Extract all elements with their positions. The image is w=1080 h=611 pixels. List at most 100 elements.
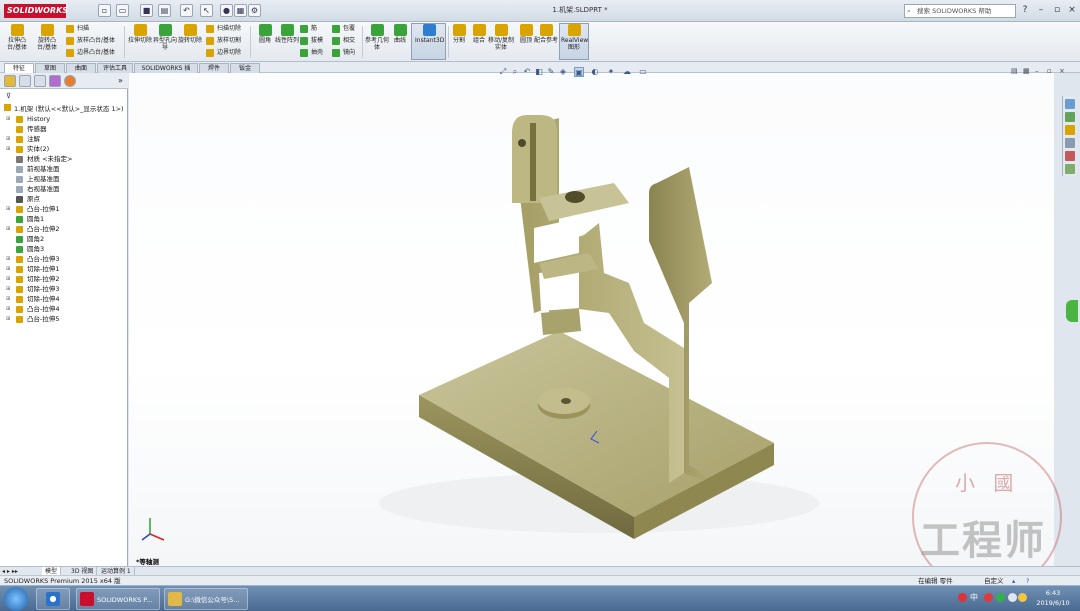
options-icon[interactable]: ⚙ [248, 4, 261, 17]
file-properties-icon[interactable]: ▦ [234, 4, 247, 17]
intersect-button[interactable]: 相交 [332, 35, 355, 46]
tree-node[interactable]: ⊞ 凸台-拉伸4 [0, 304, 127, 314]
sweep-button[interactable]: 扫描 [66, 23, 89, 34]
custom-properties-icon[interactable] [1065, 164, 1075, 174]
ime-indicator[interactable]: 中 [970, 592, 978, 603]
tree-node[interactable]: 圆角2 [0, 234, 127, 244]
tree-node[interactable]: ⊞ 切除-拉伸3 [0, 284, 127, 294]
expand-toggle-icon[interactable]: ⊞ [6, 257, 10, 262]
taskbar-explorer-button[interactable]: G:\微信公众号\5... [164, 588, 248, 610]
lofted-cut-button[interactable]: 放样切割 [206, 35, 241, 46]
tree-node[interactable]: ⊞ 切除-拉伸4 [0, 294, 127, 304]
configuration-manager-tab-icon[interactable] [34, 75, 46, 87]
funnel-icon[interactable]: ⊽ [6, 92, 11, 100]
taskbar-solidworks-button[interactable]: SOLIDWORKS P... [76, 588, 160, 610]
dimxpert-tab-icon[interactable] [49, 75, 61, 87]
tab-features[interactable]: 特征 [4, 63, 34, 73]
tab-surfaces[interactable]: 曲面 [66, 63, 96, 73]
curves-button[interactable]: 曲线 [387, 24, 413, 60]
tab-sheet-metal[interactable]: 钣金(H) [230, 63, 260, 82]
view-palette-icon[interactable] [1065, 138, 1075, 148]
boundary-boss-button[interactable]: 边界凸台/基体 [66, 47, 115, 58]
revolved-boss-button[interactable]: 旋转凸台/基体 [34, 24, 60, 60]
previous-view-icon[interactable]: ↶ [522, 67, 532, 77]
appearances-icon[interactable] [1065, 151, 1075, 161]
display-manager-tab-icon[interactable] [64, 75, 76, 87]
linear-pattern-button[interactable]: 线性阵列 [274, 24, 300, 60]
print-icon[interactable]: ▤ [158, 4, 171, 17]
extruded-boss-button[interactable]: 拉伸凸台/基体 [4, 24, 30, 60]
tree-node[interactable]: 传感器 [0, 124, 127, 134]
expand-toggle-icon[interactable]: ⊞ [6, 307, 10, 312]
tree-node[interactable]: ⊞ 切除-拉伸1 [0, 264, 127, 274]
save-icon[interactable]: ■ [140, 4, 153, 17]
tree-node[interactable]: 圆角1 [0, 214, 127, 224]
tray-notify-icon[interactable] [1018, 593, 1027, 602]
revolved-cut-button[interactable]: 旋转切除 [177, 24, 203, 60]
tree-node[interactable]: ⊞ 实体(2) [0, 144, 127, 154]
viewport-restore-icon[interactable]: ▫ [1047, 67, 1052, 75]
open-folder-icon[interactable]: ▭ [116, 4, 129, 17]
tab-evaluate[interactable]: 评估工具 [97, 63, 133, 73]
tray-volume-icon[interactable] [1008, 593, 1017, 602]
design-library-icon[interactable] [1065, 112, 1075, 122]
minimize-button[interactable]: – [1034, 4, 1048, 17]
swept-cut-button[interactable]: 扫描切除 [206, 23, 241, 34]
expand-toggle-icon[interactable]: ⊞ [6, 287, 10, 292]
tree-node[interactable]: 前视基准面 [0, 164, 127, 174]
expand-toggle-icon[interactable]: ⊞ [6, 267, 10, 272]
expand-toggle-icon[interactable]: ⊞ [6, 277, 10, 282]
select-icon[interactable]: ↖ [200, 4, 213, 17]
tray-network-icon[interactable] [996, 593, 1005, 602]
maximize-button[interactable]: ▫ [1050, 4, 1064, 17]
tree-node[interactable]: 原点 [0, 194, 127, 204]
tree-node[interactable]: 圆角3 [0, 244, 127, 254]
close-button[interactable]: × [1065, 4, 1079, 17]
tab-sketch[interactable]: 草图 [35, 63, 65, 73]
tree-node[interactable]: 上视基准面 [0, 174, 127, 184]
tray-security-icon[interactable] [984, 593, 993, 602]
property-manager-tab-icon[interactable] [19, 75, 31, 87]
expand-toggle-icon[interactable]: ⊞ [6, 317, 10, 322]
view-settings-icon[interactable]: ▭ [638, 67, 648, 77]
tree-root-part[interactable]: 1.机架 (默认<<默认>_显示状态 1>) [4, 103, 124, 113]
tree-node[interactable]: ⊞ 凸台-拉伸1 [0, 204, 127, 214]
new-document-icon[interactable]: ▫ [98, 4, 111, 17]
display-style-icon[interactable]: ▣ [574, 67, 584, 77]
draft-button[interactable]: 拔模 [300, 35, 323, 46]
help-search-input[interactable]: ⌕ 搜索 SOLIDWORKS 帮助 [904, 4, 1016, 18]
taskbar-clock[interactable]: 6:43 2019/6/10 [1030, 588, 1076, 608]
side-expand-tab[interactable] [1066, 300, 1078, 322]
realview-button[interactable]: RealView 图形 [561, 24, 588, 60]
instant3d-button[interactable]: Instant3D [415, 24, 444, 60]
shell-button[interactable]: 抽壳 [300, 47, 323, 58]
rebuild-icon[interactable]: ● [220, 4, 233, 17]
mirror-button[interactable]: 镜向 [332, 47, 355, 58]
expand-toggle-icon[interactable]: ⊞ [6, 297, 10, 302]
undo-icon[interactable]: ↶ [180, 4, 193, 17]
split-view-icon[interactable]: ▤ [1011, 67, 1018, 75]
tab-addins[interactable]: SOLIDWORKS 插件 [134, 63, 198, 82]
taskbar-chrome-button[interactable] [36, 588, 70, 610]
tree-node[interactable]: ⊞ 凸台-拉伸5 [0, 314, 127, 324]
tree-node[interactable]: ⊞ 注解 [0, 134, 127, 144]
rib-button[interactable]: 筋 [300, 23, 317, 34]
tree-node[interactable]: ⊞ History [0, 114, 127, 124]
expand-toggle-icon[interactable]: ⊞ [6, 147, 10, 152]
view-orientation-icon[interactable]: ◈ [558, 67, 568, 77]
viewport-minimize-icon[interactable]: – [1035, 67, 1039, 75]
expand-panel-icon[interactable]: » [118, 76, 123, 85]
tree-node[interactable]: 材质 <未指定> [0, 154, 127, 164]
tree-node[interactable]: ⊞ 凸台-拉伸2 [0, 224, 127, 234]
dynamic-annotation-icon[interactable]: ✎ [546, 67, 556, 77]
tab-scroll-arrows-icon[interactable]: ◂ ▸ ▸▸ [2, 568, 32, 575]
start-button[interactable] [4, 587, 28, 611]
boundary-cut-button[interactable]: 边界切除 [206, 47, 241, 58]
loft-boss-button[interactable]: 放样凸台/基体 [66, 35, 115, 46]
help-icon[interactable]: ? [1018, 4, 1032, 17]
edit-appearance-icon[interactable]: ✦ [606, 67, 616, 77]
viewport-close-icon[interactable]: × [1059, 67, 1065, 75]
mate-reference-button[interactable]: 配合参考 [533, 24, 559, 60]
expand-toggle-icon[interactable]: ⊞ [6, 137, 10, 142]
solidworks-resources-icon[interactable] [1065, 99, 1075, 109]
